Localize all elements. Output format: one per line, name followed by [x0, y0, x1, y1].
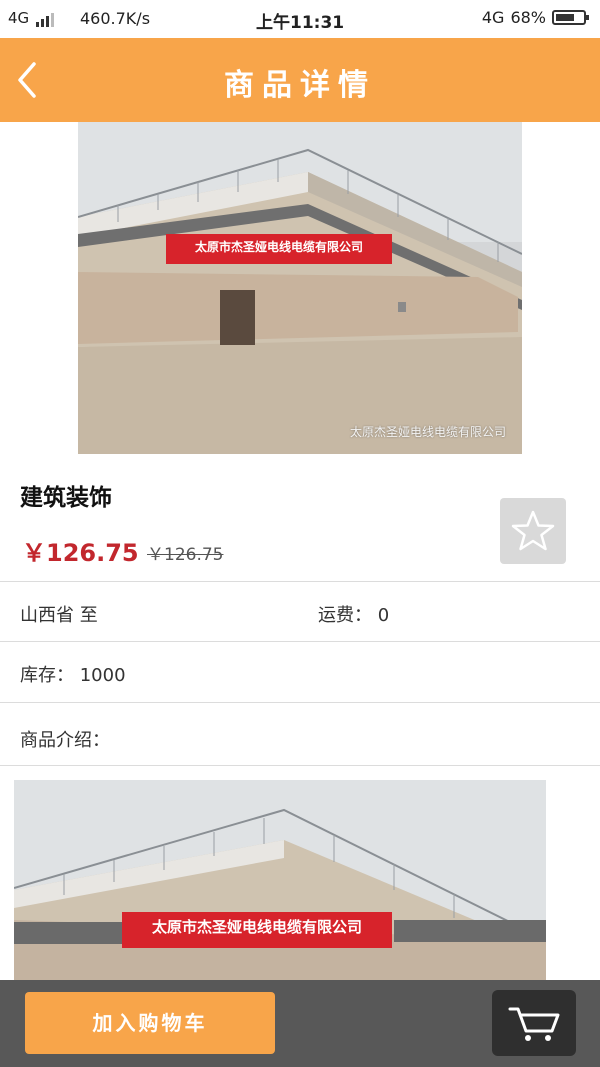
network-type: 4G [8, 9, 30, 27]
signal-bars-icon [36, 13, 55, 27]
product-price: ￥126.75 [22, 539, 139, 567]
origin-text: 山西省 至 [20, 605, 98, 626]
original-price: ￥126.75 [147, 545, 224, 565]
favorite-button[interactable] [500, 498, 566, 564]
image-watermark: 太原杰圣娅电线电缆有限公司 [349, 425, 506, 439]
app-header: 商品详情 [0, 38, 600, 122]
divider [0, 581, 600, 582]
clock: 上午11:31 [256, 13, 345, 33]
product-photo: 太原市杰圣娅电线电缆有限公司 [78, 122, 522, 454]
status-right: 4G 68% [481, 8, 589, 27]
bottom-bar: 加入购物车 [0, 980, 600, 1067]
network-type-right: 4G [481, 8, 505, 27]
add-to-cart-button[interactable]: 加入购物车 [25, 992, 275, 1054]
divider [0, 765, 600, 766]
status-bar: 4G 460.7K/s 上午11:31 4G 68% [0, 0, 600, 38]
detail-image: 太原市杰圣娅电线电缆有限公司 [14, 780, 546, 980]
battery-icon [552, 10, 589, 25]
page-title: 商品详情 [224, 68, 376, 103]
shipping-fee: 运费： 0 [318, 605, 390, 626]
detail-photo: 太原市杰圣娅电线电缆有限公司 [14, 780, 546, 980]
stock-text: 库存： 1000 [20, 665, 126, 686]
network-speed: 460.7K/s [80, 9, 151, 28]
cart-button[interactable] [492, 990, 576, 1056]
star-icon [511, 510, 555, 551]
divider [0, 702, 600, 703]
product-image[interactable]: 太原市杰圣娅电线电缆有限公司 太原杰圣娅电线电缆有限公司 [78, 122, 522, 454]
intro-label: 商品介绍： [20, 730, 110, 751]
divider [0, 641, 600, 642]
product-name: 建筑装饰 [20, 485, 112, 511]
detail-banner-text: 太原市杰圣娅电线电缆有限公司 [152, 918, 362, 936]
battery-percent: 68% [510, 8, 546, 27]
banner-text: 太原市杰圣娅电线电缆有限公司 [195, 239, 363, 254]
signal-indicator: 4G [8, 9, 55, 27]
cart-icon [508, 1007, 560, 1041]
